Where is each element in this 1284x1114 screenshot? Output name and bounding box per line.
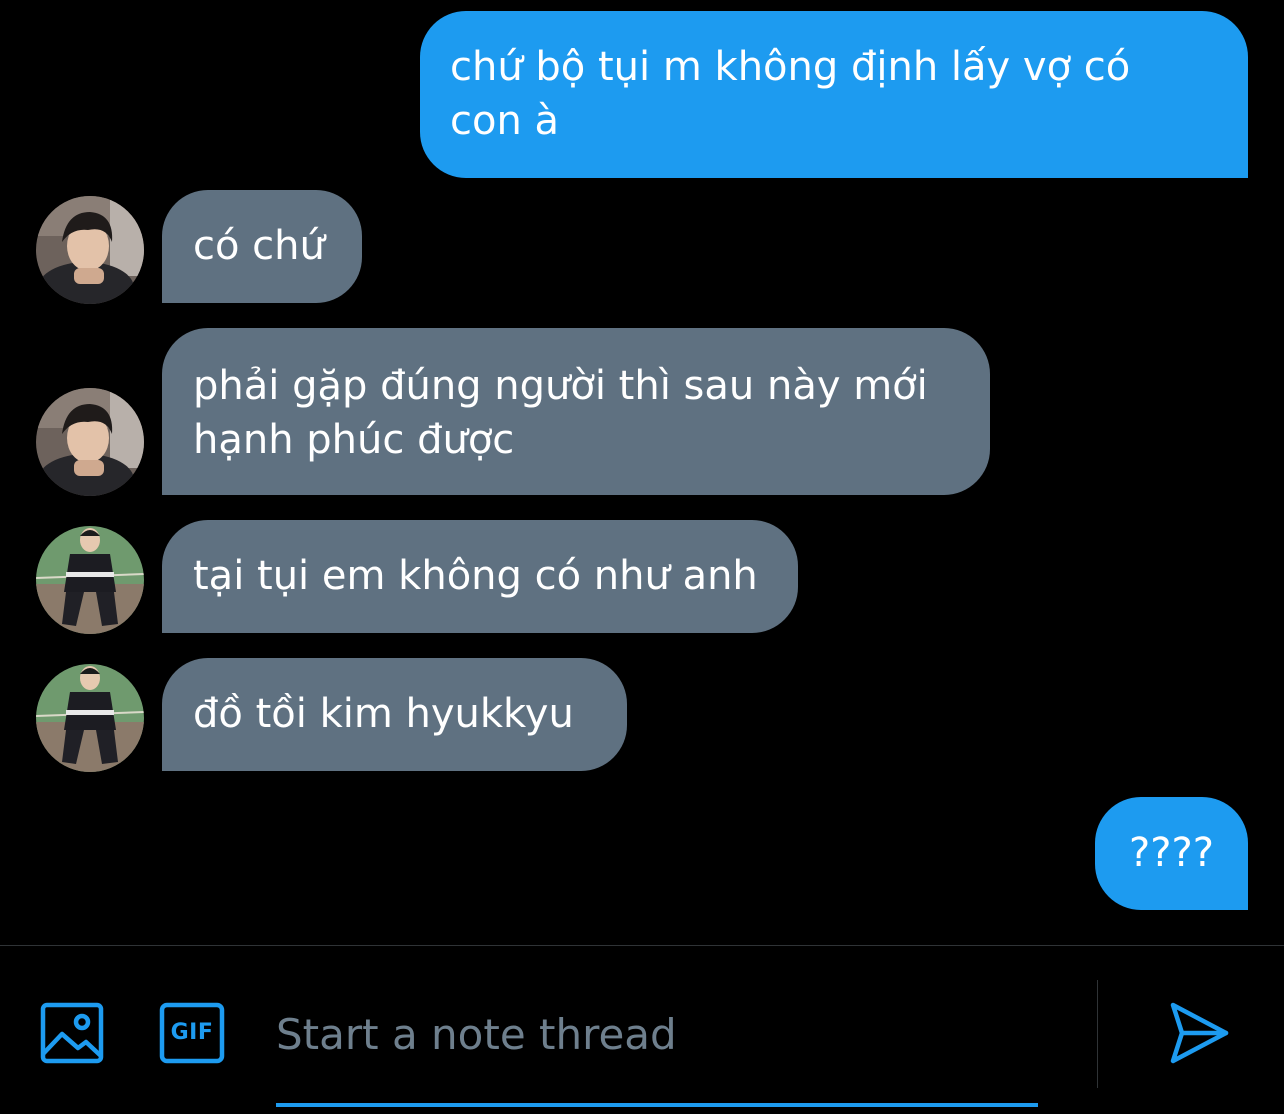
- note-thread-input[interactable]: [276, 1004, 1036, 1064]
- avatar[interactable]: [36, 196, 144, 304]
- composer-separator: [1097, 980, 1098, 1088]
- gif-label: GIF: [170, 1020, 214, 1045]
- avatar[interactable]: [36, 526, 144, 634]
- message-thread: chứ bộ tụi m không định lấy vợ có con à …: [0, 0, 1284, 945]
- message-bubble-outgoing[interactable]: ????: [1095, 797, 1248, 910]
- message-bubble-incoming[interactable]: phải gặp đúng người thì sau này mới hạnh…: [162, 328, 990, 495]
- gif-button[interactable]: GIF: [159, 1002, 225, 1064]
- avatar[interactable]: [36, 388, 144, 496]
- input-focus-underline: [276, 1103, 1038, 1107]
- send-icon[interactable]: [1168, 1000, 1230, 1066]
- message-bubble-incoming[interactable]: tại tụi em không có như anh: [162, 520, 798, 633]
- message-bubble-outgoing[interactable]: chứ bộ tụi m không định lấy vợ có con à: [420, 11, 1248, 178]
- image-icon[interactable]: [40, 1002, 104, 1064]
- message-bubble-incoming[interactable]: có chứ: [162, 190, 362, 303]
- message-bubble-incoming[interactable]: đồ tồi kim hyukkyu: [162, 658, 627, 771]
- avatar[interactable]: [36, 664, 144, 772]
